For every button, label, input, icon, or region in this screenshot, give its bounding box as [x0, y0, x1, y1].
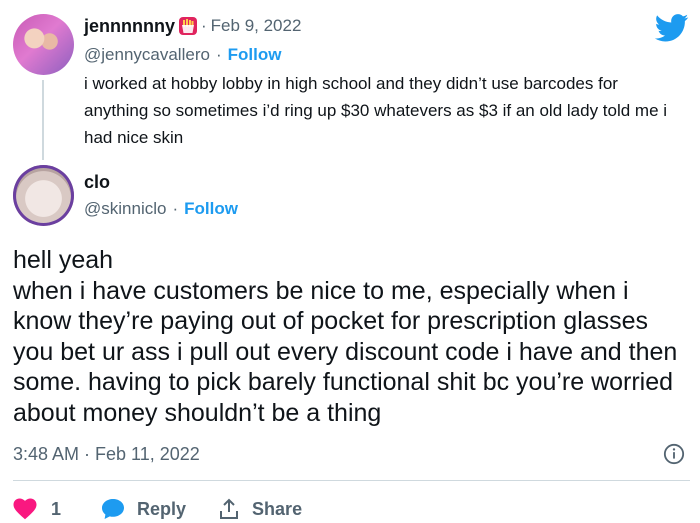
author-name-row: clo: [84, 170, 110, 194]
like-count: 1: [51, 498, 62, 519]
follow-button[interactable]: Follow: [184, 199, 238, 219]
info-icon[interactable]: [663, 443, 685, 465]
quoted-tweet-date[interactable]: Feb 9, 2022: [211, 16, 302, 36]
reply-button[interactable]: Reply: [101, 498, 186, 520]
handle-separator: ·: [215, 45, 222, 64]
quoted-author-name-row: jennnnnny · Feb 9, 2022: [84, 14, 301, 38]
tweet-text-line: hell yeah: [13, 246, 114, 274]
quoted-author-avatar[interactable]: [13, 14, 74, 75]
reply-label: Reply: [137, 498, 187, 519]
quoted-author-handle-row: @jennycavallero · Follow: [84, 45, 281, 65]
quoted-author-name[interactable]: jennnnnny: [84, 16, 175, 37]
tweet-actions: 1 Reply Share: [13, 495, 302, 523]
tweet-text-line: when i have customers be nice to me, esp…: [13, 276, 678, 427]
share-button[interactable]: Share: [218, 498, 302, 520]
share-upload-icon: [220, 498, 239, 519]
thread-connector-line: [42, 80, 44, 160]
author-handle-row: @skinniclo · Follow: [84, 199, 238, 219]
quoted-tweet-date-separator: ·: [201, 16, 207, 35]
share-label: Share: [252, 498, 303, 519]
quoted-author-handle[interactable]: @jennycavallero: [84, 45, 210, 65]
tweet-timestamp[interactable]: 3:48 AM · Feb 11, 2022: [13, 444, 200, 465]
follow-button[interactable]: Follow: [228, 45, 282, 65]
divider: [13, 480, 690, 481]
handle-separator: ·: [172, 199, 179, 218]
like-button[interactable]: 1: [13, 498, 61, 520]
speech-bubble-icon: [102, 499, 125, 519]
author-avatar[interactable]: [13, 165, 74, 226]
author-name[interactable]: clo: [84, 172, 110, 193]
quoted-tweet-text: i worked at hobby lobby in high school a…: [84, 74, 668, 147]
twitter-bird-icon[interactable]: [655, 14, 689, 42]
heart-icon: [13, 498, 37, 520]
author-handle[interactable]: @skinniclo: [84, 199, 166, 219]
fries-emoji-icon: [179, 17, 197, 35]
tweet-text: hell yeah when i have customers be nice …: [13, 245, 693, 428]
